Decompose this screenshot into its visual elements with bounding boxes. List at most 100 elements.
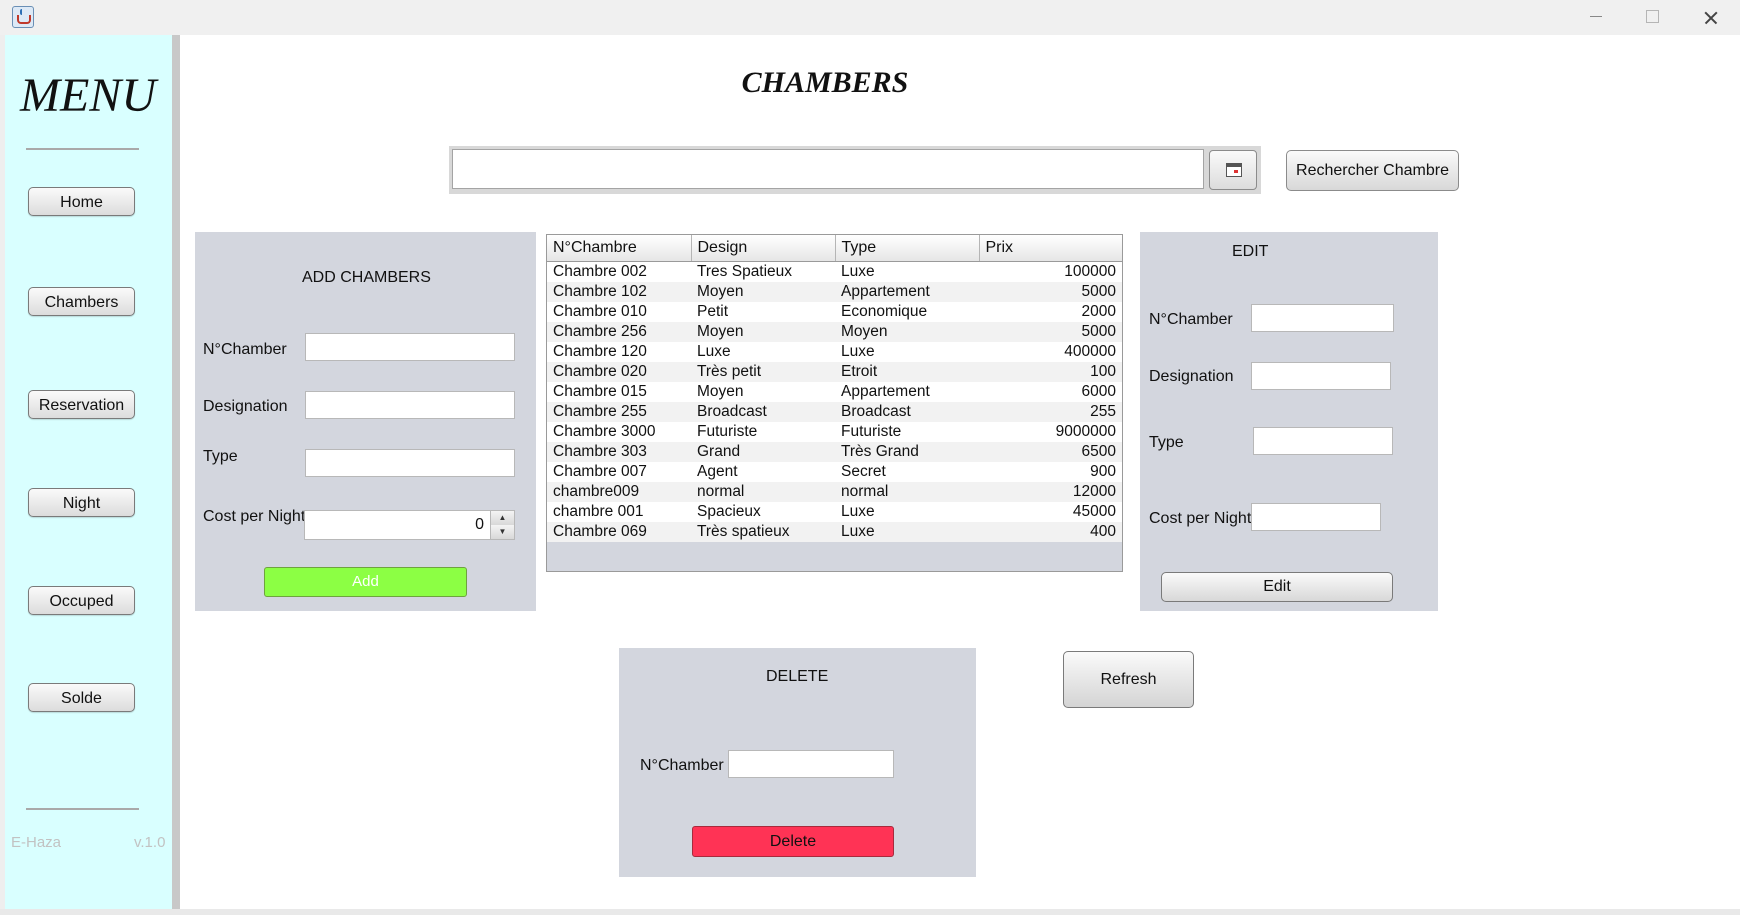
edit-button[interactable]: Edit [1161,572,1393,602]
cell-type: Luxe [835,342,979,362]
table-row[interactable]: Chambre 007 Agent Secret 900 [547,462,1122,482]
cell-price: 100000 [979,261,1122,282]
add-number-field[interactable] [305,333,515,361]
edit-type-field[interactable] [1253,427,1393,455]
edit-cost-label: Cost per Night [1149,510,1252,527]
table-row[interactable]: Chambre 255 Broadcast Broadcast 255 [547,402,1122,422]
add-designation-label: Designation [203,398,288,415]
edit-designation-field[interactable] [1251,362,1391,390]
add-panel-title: ADD CHAMBERS [302,269,431,286]
minimize-icon[interactable] [1568,0,1624,35]
column-header-price[interactable]: Prix [979,235,1122,262]
table-row[interactable]: chambre009 normal normal 12000 [547,482,1122,502]
cell-price: 400000 [979,342,1122,362]
close-icon[interactable] [1684,0,1740,35]
delete-button[interactable]: Delete [692,826,894,857]
cell-price: 100 [979,362,1122,382]
page-title: CHAMBERS [741,66,909,99]
add-button[interactable]: Add [264,567,467,597]
app-name: E-Haza [11,834,62,851]
cell-design: Luxe [691,342,835,362]
rooms-table[interactable]: N°Chambre Design Type Prix Chambre 002 Tr… [546,234,1123,572]
add-cost-value: 0 [475,516,484,533]
edit-cost-field[interactable] [1251,503,1381,531]
table-row[interactable]: Chambre 3000 Futuriste Futuriste 9000000 [547,422,1122,442]
table-row[interactable]: Chambre 303 Grand Très Grand 6500 [547,442,1122,462]
cell-number: Chambre 020 [547,362,691,382]
add-type-field[interactable] [305,449,515,477]
table-header-row: N°Chambre Design Type Prix [547,235,1122,262]
cell-price: 900 [979,462,1122,482]
calendar-icon [1226,163,1242,177]
edit-panel-title: EDIT [1232,243,1269,260]
cell-design: Futuriste [691,422,835,442]
add-cost-stepper[interactable]: 0 ▲ ▼ [304,510,515,540]
table-row[interactable]: Chambre 020 Très petit Etroit 100 [547,362,1122,382]
edit-number-field[interactable] [1251,304,1394,332]
table-row[interactable]: chambre 001 Spacieux Luxe 45000 [547,502,1122,522]
cell-design: Moyen [691,382,835,402]
cell-type: Moyen [835,322,979,342]
column-header-design[interactable]: Design [691,235,836,262]
column-header-type[interactable]: Type [835,235,980,262]
app-version: v.1.0 [134,834,166,851]
sidebar-item-chambers[interactable]: Chambers [28,287,135,316]
cell-number: Chambre 255 [547,402,691,422]
sidebar-item-night[interactable]: Night [28,488,135,517]
maximize-icon[interactable] [1624,0,1680,35]
cell-number: chambre009 [547,482,691,502]
cell-price: 9000000 [979,422,1122,442]
table-row[interactable]: Chambre 002 Tres Spatieux Luxe 100000 [547,261,1122,282]
table-row[interactable]: Chambre 015 Moyen Appartement 6000 [547,382,1122,402]
cell-number: Chambre 120 [547,342,691,362]
cell-type: Luxe [835,522,979,542]
cell-type: Futuriste [835,422,979,442]
cell-price: 12000 [979,482,1122,502]
date-picker-button[interactable] [1209,150,1257,190]
cell-price: 6000 [979,382,1122,402]
cell-number: Chambre 007 [547,462,691,482]
cell-design: normal [691,482,835,502]
cell-design: Petit [691,302,835,322]
table-row[interactable]: Chambre 256 Moyen Moyen 5000 [547,322,1122,342]
cell-price: 6500 [979,442,1122,462]
cell-type: Appartement [835,282,979,302]
delete-panel-title: DELETE [766,668,829,685]
column-header-number[interactable]: N°Chambre [547,235,692,262]
stepper-up-icon[interactable]: ▲ [491,511,514,526]
cell-number: Chambre 102 [547,282,691,302]
table-row[interactable]: Chambre 102 Moyen Appartement 5000 [547,282,1122,302]
add-designation-field[interactable] [305,391,515,419]
sidebar-item-home[interactable]: Home [28,187,135,216]
stepper-down-icon[interactable]: ▼ [491,525,514,539]
cell-type: Etroit [835,362,979,382]
sidebar [5,35,172,909]
cell-design: Spacieux [691,502,835,522]
search-room-button[interactable]: Rechercher Chambre [1286,150,1459,191]
cell-design: Très spatieux [691,522,835,542]
add-number-label: N°Chamber [203,341,287,358]
table-row[interactable]: Chambre 120 Luxe Luxe 400000 [547,342,1122,362]
cell-price: 5000 [979,282,1122,302]
cell-type: Appartement [835,382,979,402]
rooms-table-grid: N°Chambre Design Type Prix Chambre 002 Tr… [547,235,1122,542]
sidebar-item-reservation[interactable]: Reservation [28,390,135,419]
sidebar-item-occuped[interactable]: Occuped [28,586,135,615]
java-cup-icon [12,6,34,28]
cell-type: normal [835,482,979,502]
cell-design: Grand [691,442,835,462]
search-input[interactable] [452,149,1204,189]
cell-design: Moyen [691,282,835,302]
sidebar-divider [172,35,180,909]
table-row[interactable]: Chambre 010 Petit Economique 2000 [547,302,1122,322]
cell-price: 400 [979,522,1122,542]
cell-number: Chambre 256 [547,322,691,342]
refresh-button[interactable]: Refresh [1063,651,1194,708]
table-row[interactable]: Chambre 069 Très spatieux Luxe 400 [547,522,1122,542]
sidebar-item-solde[interactable]: Solde [28,683,135,712]
window-bottom-edge [0,909,1740,915]
cell-type: Luxe [835,261,979,282]
window-title-bar [0,0,1740,35]
delete-number-field[interactable] [728,750,894,778]
menu-separator-top [26,148,139,150]
